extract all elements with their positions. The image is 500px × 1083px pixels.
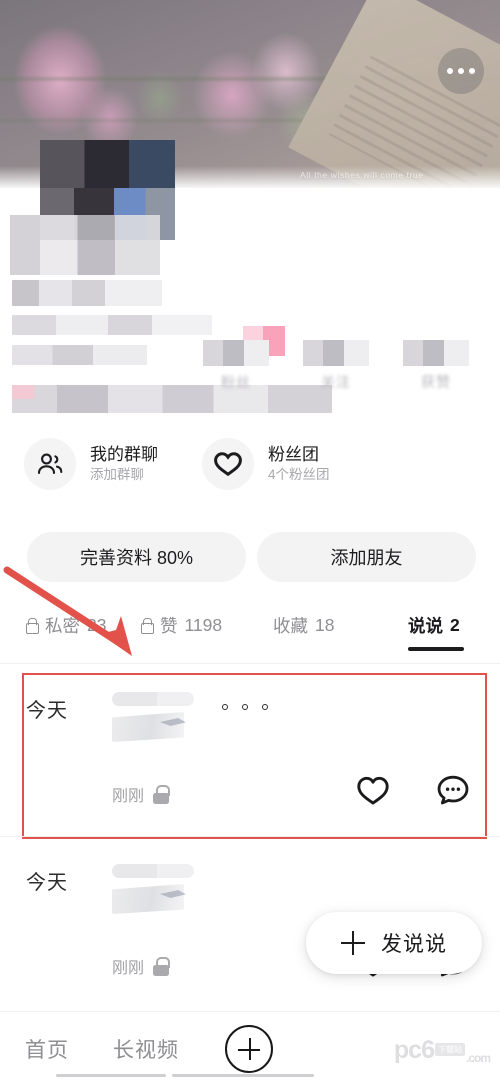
comment-bubble-icon[interactable] bbox=[436, 774, 470, 810]
content-tab-bar: 私密 23 赞 1198 收藏 18 说说 2 bbox=[0, 600, 500, 664]
plus-icon bbox=[341, 931, 365, 955]
site-watermark: pc6 下载站 .com bbox=[393, 1036, 491, 1065]
annotation-highlight-box bbox=[22, 673, 487, 839]
add-friend-button[interactable]: 添加朋友 bbox=[257, 532, 476, 582]
complete-profile-button[interactable]: 完善资料 80% bbox=[27, 532, 246, 582]
post-meta: 刚刚 bbox=[112, 954, 170, 978]
post-text-censored bbox=[112, 864, 194, 878]
post-meta: 刚刚 bbox=[112, 782, 170, 806]
dot bbox=[469, 68, 475, 74]
profile-bio-censored bbox=[12, 385, 332, 413]
nav-indicator bbox=[56, 1074, 166, 1077]
entry-title: 我的群聊 bbox=[90, 445, 158, 465]
tab-moments[interactable]: 说说 2 bbox=[408, 610, 460, 640]
more-horizontal-icon[interactable] bbox=[438, 48, 484, 94]
three-dots-icon[interactable] bbox=[222, 704, 268, 710]
stat-likes-number-censored bbox=[403, 340, 469, 366]
dot bbox=[222, 704, 228, 710]
stat-label-following[interactable]: 关注 bbox=[303, 372, 369, 392]
dot bbox=[458, 68, 464, 74]
profile-info-section: 粉丝 关注 获赞 bbox=[0, 140, 500, 430]
tab-count: 23 bbox=[87, 614, 107, 635]
post-image-censored bbox=[112, 884, 184, 914]
dot bbox=[242, 704, 248, 710]
tab-label: 赞 bbox=[160, 615, 178, 636]
lock-icon bbox=[25, 618, 39, 634]
profile-bio-tag-censored bbox=[12, 385, 34, 399]
nav-indicator bbox=[172, 1074, 314, 1077]
app-root: All the wishes will come true 粉丝 关注 获赞 bbox=[0, 0, 500, 1083]
profile-nickname-censored bbox=[12, 280, 162, 306]
lock-icon bbox=[153, 956, 170, 976]
dot bbox=[447, 68, 453, 74]
nav-item-long-video[interactable]: 长视频 bbox=[113, 1034, 179, 1064]
tab-count: 2 bbox=[450, 614, 460, 635]
post-date: 今天 bbox=[26, 700, 68, 722]
group-people-icon bbox=[24, 438, 76, 490]
stat-label-fans[interactable]: 粉丝 bbox=[203, 372, 269, 392]
tab-label: 私密 bbox=[45, 615, 80, 636]
post-moment-fab[interactable]: 发说说 bbox=[306, 912, 482, 974]
tab-count: 18 bbox=[315, 614, 335, 635]
entry-my-group-chat[interactable]: 我的群聊 添加群聊 bbox=[24, 438, 158, 490]
entry-fan-club[interactable]: 粉丝团 4个粉丝团 bbox=[202, 438, 330, 490]
lock-icon bbox=[153, 784, 170, 804]
heart-outline-icon[interactable] bbox=[356, 774, 390, 810]
tab-likes[interactable]: 赞 1198 bbox=[140, 610, 222, 640]
profile-id-censored bbox=[12, 345, 147, 365]
quick-entries: 我的群聊 添加群聊 粉丝团 4个粉丝团 bbox=[0, 432, 500, 520]
post-date: 今天 bbox=[26, 872, 68, 894]
profile-action-buttons: 完善资料 80% 添加朋友 bbox=[0, 530, 500, 588]
stat-following-number-censored bbox=[303, 340, 369, 366]
watermark-text: pc6 bbox=[393, 1036, 435, 1064]
fab-label: 发说说 bbox=[381, 933, 447, 956]
post-text-censored bbox=[112, 692, 194, 706]
watermark-suffix: .com bbox=[465, 1051, 491, 1065]
heart-fanclub-icon bbox=[202, 438, 254, 490]
tab-count: 1198 bbox=[184, 614, 223, 635]
post-timestamp: 刚刚 bbox=[112, 960, 145, 977]
post-timestamp: 刚刚 bbox=[112, 788, 145, 805]
lock-icon bbox=[140, 618, 154, 634]
entry-subtitle: 4个粉丝团 bbox=[268, 467, 330, 483]
profile-subinfo-censored bbox=[12, 315, 212, 335]
watermark-badge: 下载站 bbox=[434, 1043, 465, 1056]
tab-label: 收藏 bbox=[273, 615, 308, 636]
stat-label-likes[interactable]: 获赞 bbox=[403, 372, 469, 392]
avatar-mosaic-overlay bbox=[10, 215, 160, 275]
stat-fans-number-censored bbox=[203, 340, 269, 366]
nav-item-home[interactable]: 首页 bbox=[25, 1034, 69, 1064]
dot bbox=[262, 704, 268, 710]
tab-label: 说说 bbox=[408, 615, 443, 636]
tab-active-indicator bbox=[408, 647, 464, 651]
entry-subtitle: 添加群聊 bbox=[90, 467, 144, 483]
tab-favorites[interactable]: 收藏 18 bbox=[273, 610, 334, 640]
post-image-censored bbox=[112, 712, 184, 742]
post-actions bbox=[356, 774, 470, 810]
list-item[interactable]: 今天 刚刚 bbox=[0, 664, 500, 839]
tab-private[interactable]: 私密 23 bbox=[25, 610, 106, 640]
plus-circle-icon[interactable] bbox=[225, 1025, 273, 1073]
entry-title: 粉丝团 bbox=[268, 445, 319, 465]
